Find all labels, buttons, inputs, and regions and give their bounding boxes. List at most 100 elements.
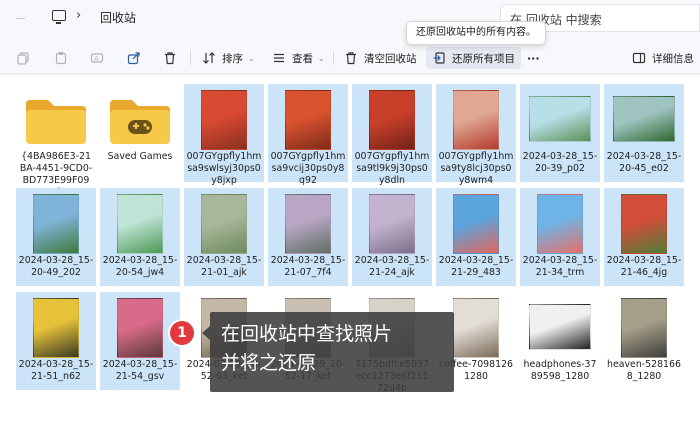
chevron-right-icon[interactable]: › — [76, 8, 81, 23]
file-item[interactable]: 2024-03-28_15-21-46_4jg — [604, 188, 684, 286]
view-label: 查看 — [292, 52, 313, 65]
file-name-label: 007GYgpfly1hmsa9vcij30ps0y8q92 — [270, 151, 346, 186]
restore-all-button[interactable]: 还原所有项目 — [426, 47, 521, 69]
file-name-label: 2024-03-28_15-21-46_4jg — [606, 255, 682, 278]
file-name-label: 2024-03-28_15-21-07_7f4 — [270, 255, 346, 278]
photo-thumbnail — [369, 90, 415, 150]
paste-icon — [55, 52, 67, 65]
file-item[interactable]: heaven-5281668_1280 — [604, 292, 684, 390]
photo-thumbnail — [33, 298, 79, 358]
nav-divider — [16, 18, 25, 19]
photo-thumbnail — [201, 90, 247, 150]
file-item[interactable]: 2024-03-28_15-21-29_483 — [436, 188, 516, 286]
paste-button[interactable] — [54, 47, 74, 69]
this-pc-icon[interactable] — [52, 10, 66, 24]
callout-text-line-1: 在回收站中查找照片 — [221, 323, 393, 345]
restore-all-label: 还原所有项目 — [452, 52, 515, 65]
more-options-label: ··· — [527, 51, 540, 65]
restore-icon — [433, 52, 445, 64]
view-button[interactable]: 查看 ⌄ — [272, 47, 325, 69]
file-name-label: 2024-03-28_15-21-51_n62 — [18, 359, 94, 382]
file-item[interactable]: 2024-03-28_15-21-34_trm — [520, 188, 600, 286]
tutorial-callout: 1 在回收站中查找照片 并将之还原 — [168, 312, 454, 396]
details-pane-button[interactable]: 详细信息 — [632, 47, 694, 69]
delete-button[interactable] — [163, 47, 183, 69]
photo-thumbnail — [117, 298, 163, 358]
command-bar: A 排序 ⌄ 查看 ⌄ 清空回收站 还原所有项目 ··· 详细信息 — [0, 40, 700, 74]
photo-thumbnail — [453, 194, 499, 254]
toolbar-separator — [333, 51, 334, 65]
breadcrumb-recycle-bin[interactable]: 回收站 — [100, 9, 136, 26]
file-item[interactable]: 007GYgpfly1hmsa9ty8lcj30ps0y8wm4 — [436, 84, 516, 186]
file-item[interactable]: 2024-03-28_15-20-54_jw4 — [100, 188, 180, 286]
photo-thumbnail — [285, 90, 331, 150]
file-name-label: 2024-03-28_15-20-49_202 — [18, 255, 94, 278]
copy-icon — [17, 52, 29, 65]
file-name-label: 2024-03-28_15-21-34_trm — [522, 255, 598, 278]
svg-text:A: A — [94, 55, 99, 63]
rename-button[interactable]: A — [90, 47, 110, 69]
callout-box: 在回收站中查找照片 并将之还原 — [210, 312, 454, 392]
photo-thumbnail — [529, 304, 591, 350]
copy-button[interactable] — [16, 47, 36, 69]
file-name-label: 007GYgpfly1hmsa9tl9k9j30ps0y8dln — [354, 151, 430, 186]
file-item[interactable]: 007GYgpfly1hmsa9tl9k9j30ps0y8dln — [352, 84, 432, 186]
details-label: 详细信息 — [652, 52, 694, 65]
file-item[interactable]: 2024-03-28_15-20-49_202 — [16, 188, 96, 286]
share-icon — [127, 52, 140, 65]
file-item[interactable]: 007GYgpfly1hmsa9swlsyj30ps0y8jxp — [184, 84, 264, 186]
photo-thumbnail — [369, 194, 415, 254]
empty-recycle-bin-label: 清空回收站 — [364, 52, 417, 65]
photo-thumbnail — [537, 194, 583, 254]
photo-thumbnail — [621, 298, 667, 358]
photo-thumbnail — [621, 194, 667, 254]
share-button[interactable] — [127, 47, 147, 69]
view-icon — [274, 53, 284, 63]
rename-icon: A — [90, 53, 104, 63]
file-name-label: 2024-03-28_15-20-39_p02 — [522, 151, 598, 174]
details-pane-icon — [632, 52, 646, 64]
file-item[interactable]: 2024-03-28_15-20-39_p02 — [520, 84, 600, 182]
file-name-label: 2024-03-28_15-21-54_gsv — [102, 359, 178, 382]
folder-item[interactable]: Saved Games — [100, 84, 180, 182]
file-item[interactable]: 2024-03-28_15-21-24_ajk — [352, 188, 432, 286]
photo-thumbnail — [33, 194, 79, 254]
photo-thumbnail — [613, 96, 675, 142]
empty-bin-icon — [346, 52, 356, 65]
more-options-button[interactable]: ··· — [527, 47, 540, 69]
file-name-label: 007GYgpfly1hmsa9ty8lcj30ps0y8wm4 — [438, 151, 514, 186]
sort-label: 排序 — [222, 52, 243, 65]
empty-recycle-bin-button[interactable]: 清空回收站 — [344, 47, 417, 69]
trash-icon — [165, 52, 175, 65]
sort-button[interactable]: 排序 ⌄ — [202, 47, 255, 69]
game-folder-icon — [108, 98, 172, 146]
folder-item[interactable]: {4BA986E3-21BA-4451-9CD0-BD773E99F09D} — [16, 84, 96, 198]
photo-thumbnail — [529, 96, 591, 142]
photo-thumbnail — [453, 298, 499, 358]
chevron-down-icon: ⌄ — [248, 53, 255, 63]
sort-icon — [203, 52, 215, 64]
file-item[interactable]: 007GYgpfly1hmsa9vcij30ps0y8q92 — [268, 84, 348, 186]
callout-text-line-2: 并将之还原 — [221, 352, 317, 374]
file-item[interactable]: 2024-03-28_15-21-07_7f4 — [268, 188, 348, 286]
file-name-label: 2024-03-28_15-20-45_e02 — [606, 151, 682, 174]
file-name-label: Saved Games — [107, 151, 173, 162]
photo-thumbnail — [285, 194, 331, 254]
file-name-label: 007GYgpfly1hmsa9swlsyj30ps0y8jxp — [186, 151, 262, 186]
photo-thumbnail — [117, 194, 163, 254]
file-name-label: headphones-3789598_1280 — [523, 359, 597, 382]
toolbar-separator — [190, 51, 191, 65]
file-item[interactable]: 2024-03-28_15-21-01_ajk — [184, 188, 264, 286]
file-name-label: heaven-5281668_1280 — [607, 359, 681, 382]
file-name-label: 2024-03-28_15-20-54_jw4 — [102, 255, 178, 278]
chevron-down-icon: ⌄ — [318, 53, 325, 63]
file-item[interactable]: headphones-3789598_1280 — [520, 292, 600, 390]
file-name-label: 2024-03-28_15-21-01_ajk — [186, 255, 262, 278]
file-name-label: 2024-03-28_15-21-29_483 — [438, 255, 514, 278]
file-name-label: 2024-03-28_15-21-24_ajk — [354, 255, 430, 278]
step-badge: 1 — [168, 319, 196, 347]
file-explorer-window: › 回收站 在 回收站 中搜索 还原回收站中的所有内容。 A 排序 ⌄ 查看 ⌄… — [0, 0, 700, 444]
file-item[interactable]: 2024-03-28_15-21-51_n62 — [16, 292, 96, 390]
photo-thumbnail — [453, 90, 499, 150]
file-item[interactable]: 2024-03-28_15-20-45_e02 — [604, 84, 684, 182]
